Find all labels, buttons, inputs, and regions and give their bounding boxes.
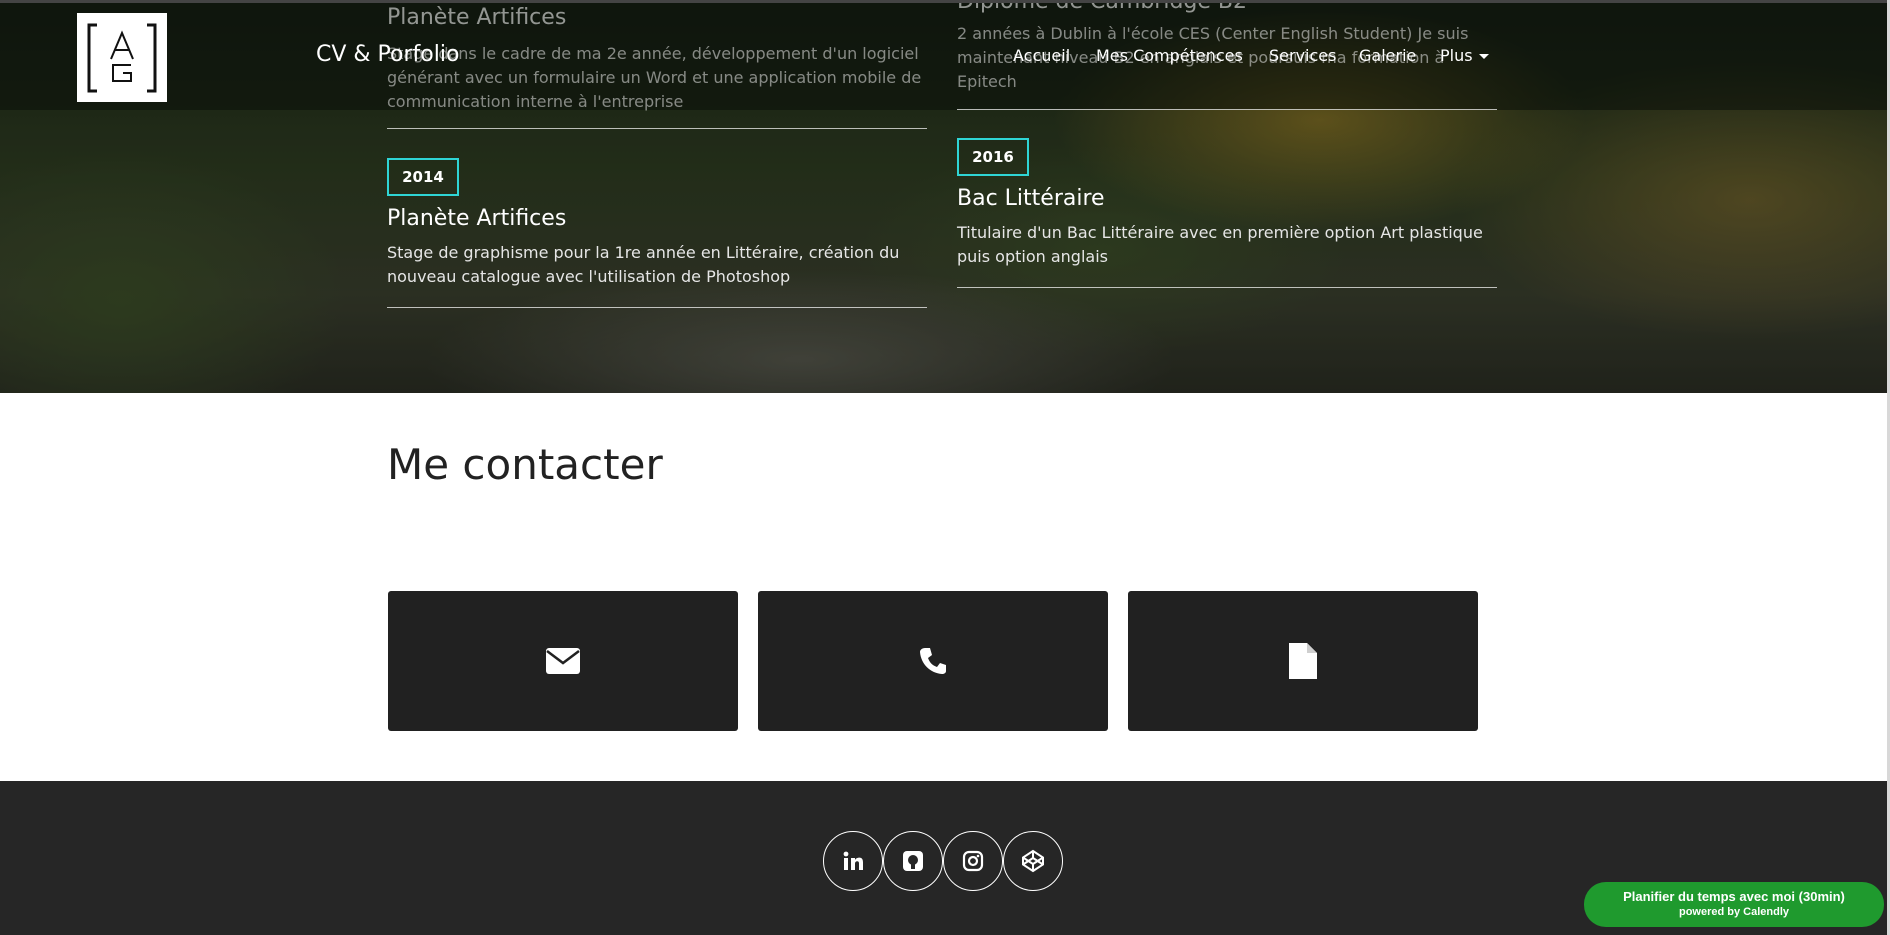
nav-competences[interactable]: Mes Compétences xyxy=(1096,46,1243,65)
calendly-powered-by: powered by Calendly xyxy=(1678,906,1790,918)
brand-title[interactable]: CV & Porfolio xyxy=(316,42,459,67)
timeline-item-desc: Stage dans le cadre de ma 2e année, déve… xyxy=(387,44,922,111)
timeline-item-title: Planète Artifices xyxy=(387,206,567,231)
nav-galerie[interactable]: Galerie xyxy=(1359,46,1416,65)
window-top-edge xyxy=(0,0,1887,3)
divider xyxy=(957,287,1497,288)
timeline-item-left-top: Planète Artifices Stage dans le cadre de… xyxy=(387,4,927,114)
instagram-link[interactable] xyxy=(943,831,1003,891)
nav-services[interactable]: Services xyxy=(1269,46,1336,65)
timeline-item-title: Planète Artifices xyxy=(387,5,567,30)
year-badge: 2016 xyxy=(957,138,1029,176)
calendly-schedule-button[interactable]: Planifier du temps avec moi (30min) powe… xyxy=(1584,882,1884,927)
chevron-down-icon xyxy=(1478,54,1489,59)
codepen-link[interactable] xyxy=(1003,831,1063,891)
envelope-icon xyxy=(546,648,580,674)
divider xyxy=(387,307,927,308)
contact-cv-card[interactable] xyxy=(1128,591,1478,731)
nav-plus-label: Plus xyxy=(1440,46,1473,65)
linkedin-link[interactable] xyxy=(823,831,883,891)
timeline-item-desc: Stage de graphisme pour la 1re année en … xyxy=(387,243,900,286)
timeline-item-left-bottom: Planète Artifices Stage de graphisme pou… xyxy=(387,205,927,289)
navbar-backdrop xyxy=(0,0,1887,110)
timeline-item-title: Bac Littéraire xyxy=(957,186,1105,211)
codepen-icon xyxy=(1022,849,1044,873)
github-link[interactable] xyxy=(883,831,943,891)
contact-heading: Me contacter xyxy=(387,440,663,489)
year-badge: 2014 xyxy=(387,158,459,196)
nav-accueil[interactable]: Accueil xyxy=(1013,46,1070,65)
github-icon xyxy=(903,851,923,871)
timeline-item-desc: Titulaire d'un Bac Littéraire avec en pr… xyxy=(957,223,1483,266)
contact-email-card[interactable] xyxy=(388,591,738,731)
logo-mark-icon xyxy=(87,23,157,92)
divider xyxy=(387,128,927,129)
resume-background-section: Planète Artifices Stage dans le cadre de… xyxy=(0,0,1887,393)
nav-plus-dropdown[interactable]: Plus xyxy=(1440,46,1489,65)
logo[interactable] xyxy=(77,13,167,102)
calendly-label: Planifier du temps avec moi (30min) xyxy=(1623,889,1845,904)
divider xyxy=(957,109,1497,110)
file-icon xyxy=(1289,643,1317,679)
linkedin-icon xyxy=(843,851,863,870)
timeline-item-right-bottom: Bac Littéraire Titulaire d'un Bac Littér… xyxy=(957,185,1497,269)
phone-icon xyxy=(920,648,946,674)
instagram-icon xyxy=(962,850,984,872)
contact-phone-card[interactable] xyxy=(758,591,1108,731)
